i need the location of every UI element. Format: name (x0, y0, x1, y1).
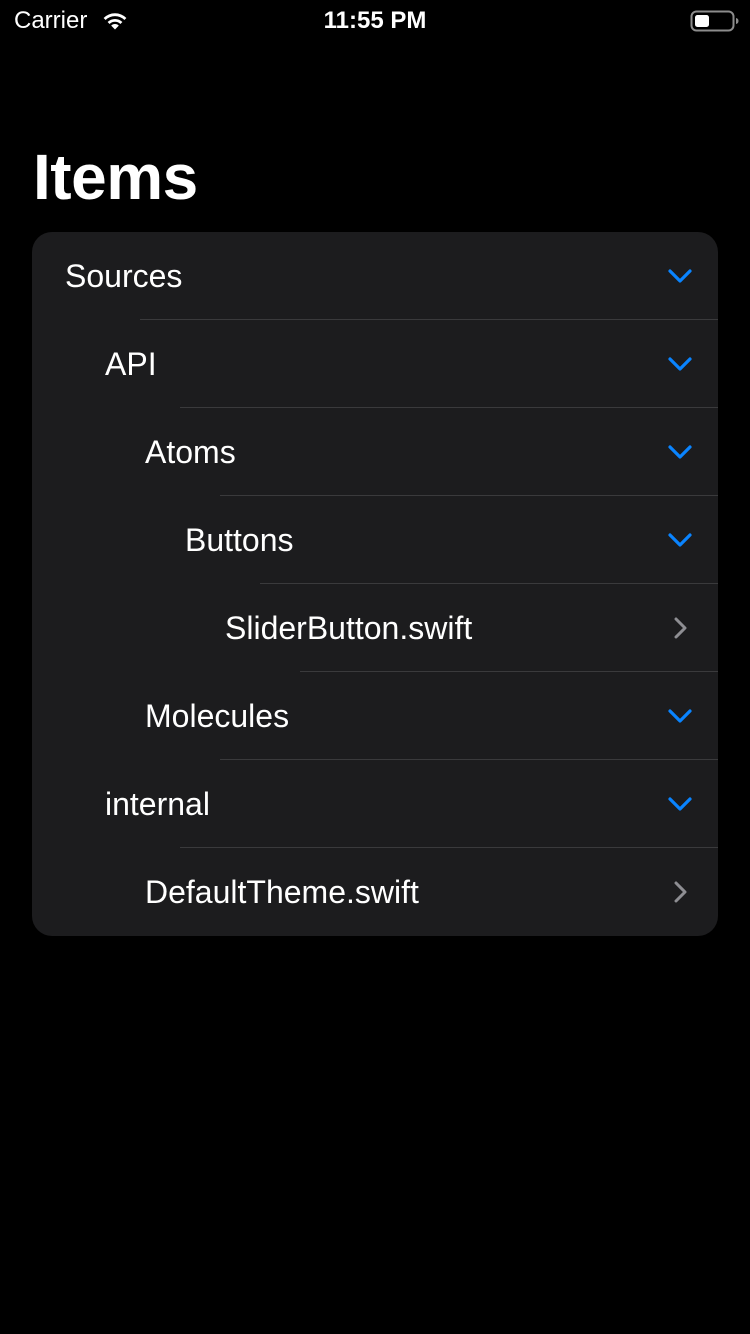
page-title: Items (33, 141, 198, 213)
row-label: SliderButton.swift (225, 610, 473, 646)
status-time: 11:55 PM (323, 7, 427, 34)
row-label: Atoms (145, 434, 236, 470)
row-label: DefaultTheme.swift (145, 874, 419, 910)
outline-folder-row[interactable]: Buttons (32, 496, 718, 584)
outline-file-row[interactable]: DefaultTheme.swift (32, 848, 718, 936)
outline-file-row[interactable]: SliderButton.swift (32, 584, 718, 672)
battery-icon (690, 10, 739, 32)
outline-folder-row[interactable]: Atoms (32, 408, 718, 496)
chevron-down-icon[interactable] (666, 438, 694, 466)
status-bar: Carrier 11:55 PM (0, 0, 750, 40)
row-label: Sources (65, 258, 183, 294)
chevron-down-icon[interactable] (666, 702, 694, 730)
outline-list: Sources API Atoms Buttons SliderButton.swift… (32, 232, 718, 936)
outline-folder-row[interactable]: Sources (32, 232, 718, 320)
row-label: Molecules (145, 698, 290, 734)
row-label: internal (105, 786, 210, 822)
outline-folder-row[interactable]: API (32, 320, 718, 408)
outline-folder-row[interactable]: Molecules (32, 672, 718, 760)
chevron-down-icon[interactable] (666, 350, 694, 378)
chevron-down-icon[interactable] (666, 262, 694, 290)
outline-folder-row[interactable]: internal (32, 760, 718, 848)
chevron-right-icon[interactable] (666, 878, 694, 906)
chevron-down-icon[interactable] (666, 790, 694, 818)
chevron-right-icon[interactable] (666, 614, 694, 642)
row-label: Buttons (185, 522, 294, 558)
chevron-down-icon[interactable] (666, 526, 694, 554)
row-label: API (105, 346, 157, 382)
